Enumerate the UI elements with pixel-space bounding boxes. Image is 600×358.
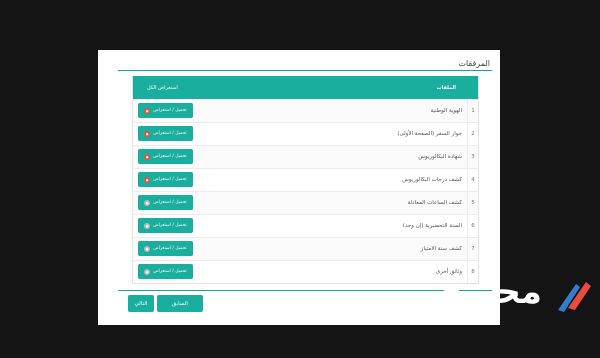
upload-view-label: تحميل / استعراض xyxy=(153,269,187,274)
upload-view-button[interactable]: تحميل / استعراض ● xyxy=(138,218,193,233)
row-number: 4 xyxy=(467,169,478,191)
file-name: السنة التحضيرية (إن وجد) xyxy=(402,223,462,229)
upload-view-button[interactable]: تحميل / استعراض ● xyxy=(138,149,193,164)
table-row: 3 شهادة البكالوريوس تحميل / استعراض ● xyxy=(133,145,478,168)
file-name: كشف الساعات المعادلة xyxy=(407,200,462,206)
file-name: جواز السفر (الصفحة الأولى) xyxy=(397,131,462,137)
upload-view-label: تحميل / استعراض xyxy=(153,223,187,228)
upload-view-label: تحميل / استعراض xyxy=(153,177,187,182)
header-view-all[interactable]: استعراض الكل xyxy=(147,85,178,91)
upload-view-label: تحميل / استعراض xyxy=(153,154,187,159)
row-number: 6 xyxy=(467,215,478,237)
upload-view-button[interactable]: تحميل / استعراض ● xyxy=(138,172,193,187)
logo-text: محتوى xyxy=(430,272,543,312)
section-title: المرفقات xyxy=(458,59,490,68)
upload-view-button[interactable]: تحميل / استعراض ● xyxy=(138,264,193,279)
status-badge-icon: ● xyxy=(144,222,151,229)
file-name: كشف درجات البكالوريوس xyxy=(402,177,462,183)
upload-view-button[interactable]: تحميل / استعراض ● xyxy=(138,103,193,118)
row-number: 3 xyxy=(467,146,478,168)
upload-view-label: تحميل / استعراض xyxy=(153,246,187,251)
table-row: 8 وثائق أخرى تحميل / استعراض ● xyxy=(133,260,478,283)
file-name: الهوية الوطنية xyxy=(430,108,463,114)
status-badge-icon: ● xyxy=(144,107,151,114)
status-badge-icon: ● xyxy=(144,130,151,137)
file-name: كشف سنة الامتياز xyxy=(420,246,462,252)
row-number: 2 xyxy=(467,123,478,145)
upload-view-button[interactable]: تحميل / استعراض ● xyxy=(138,195,193,210)
table-header: الملفات استعراض الكل xyxy=(133,76,478,99)
attachments-table: الملفات استعراض الكل 1 الهوية الوطنية تحمي… xyxy=(132,76,479,284)
row-number: 1 xyxy=(467,100,478,122)
table-row: 1 الهوية الوطنية تحميل / استعراض ● xyxy=(133,99,478,122)
previous-button[interactable]: السابق xyxy=(157,295,203,312)
table-body: 1 الهوية الوطنية تحميل / استعراض ● 2 جواز الس… xyxy=(133,99,478,283)
status-badge-icon: ● xyxy=(144,199,151,206)
title-divider xyxy=(118,70,492,71)
upload-view-label: تحميل / استعراض xyxy=(153,108,187,113)
header-files: الملفات xyxy=(436,84,457,91)
upload-view-button[interactable]: تحميل / استعراض ● xyxy=(138,241,193,256)
table-row: 7 كشف سنة الامتياز تحميل / استعراض ● xyxy=(133,237,478,260)
table-row: 6 السنة التحضيرية (إن وجد) تحميل / استعراض… xyxy=(133,214,478,237)
next-button[interactable]: التالي xyxy=(128,295,154,312)
upload-view-label: تحميل / استعراض xyxy=(153,200,187,205)
site-logo: محتوى xyxy=(430,268,600,328)
table-row: 5 كشف الساعات المعادلة تحميل / استعراض ● xyxy=(133,191,478,214)
row-number: 5 xyxy=(467,192,478,214)
upload-view-button[interactable]: تحميل / استعراض ● xyxy=(138,126,193,141)
file-name: شهادة البكالوريوس xyxy=(418,154,462,160)
table-row: 2 جواز السفر (الصفحة الأولى) تحميل / استعر… xyxy=(133,122,478,145)
status-badge-icon: ● xyxy=(144,153,151,160)
status-badge-icon: ● xyxy=(144,245,151,252)
upload-view-label: تحميل / استعراض xyxy=(153,131,187,136)
status-badge-icon: ● xyxy=(144,176,151,183)
row-number: 7 xyxy=(467,238,478,260)
table-row: 4 كشف درجات البكالوريوس تحميل / استعراض ● xyxy=(133,168,478,191)
status-badge-icon: ● xyxy=(144,268,151,275)
